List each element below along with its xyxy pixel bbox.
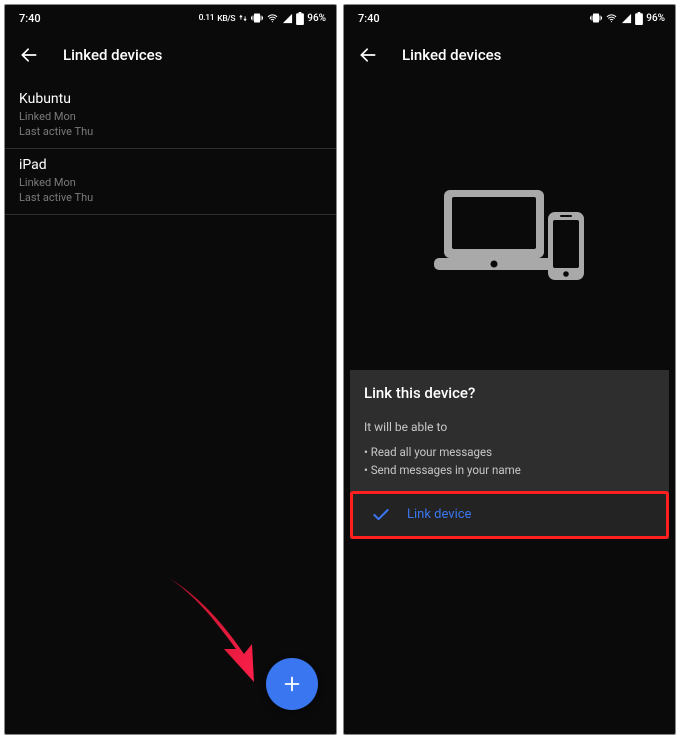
status-icons: 0.11 KB/S 96% <box>199 12 326 25</box>
updown-icon <box>238 13 248 23</box>
header: Linked devices <box>344 29 675 83</box>
back-button[interactable] <box>354 41 382 69</box>
device-item-kubuntu[interactable]: Kubuntu Linked Mon Last active Thu <box>5 83 336 149</box>
net-speed: 0.11 <box>199 13 215 23</box>
signal-icon <box>282 13 293 24</box>
add-device-fab[interactable] <box>266 658 318 710</box>
check-icon <box>371 505 391 525</box>
spacer <box>344 539 675 734</box>
wifi-icon <box>266 13 279 24</box>
annotation-highlight: Link device <box>350 491 669 539</box>
wifi-icon <box>605 13 618 24</box>
perm-send: • Send messages in your name <box>364 462 655 479</box>
device-active: Last active Thu <box>19 124 322 139</box>
header: Linked devices <box>5 29 336 83</box>
battery-pct: 96% <box>646 13 665 24</box>
battery-pct: 96% <box>307 13 326 24</box>
page-title: Linked devices <box>402 46 501 64</box>
battery-icon <box>635 12 643 25</box>
link-device-button[interactable]: Link device <box>353 494 666 536</box>
dialog-subtitle: It will be able to <box>364 420 655 434</box>
device-item-ipad[interactable]: iPad Linked Mon Last active Thu <box>5 149 336 215</box>
vibrate-icon <box>590 12 602 24</box>
back-button[interactable] <box>15 41 43 69</box>
dialog-title: Link this device? <box>364 384 655 402</box>
page-title: Linked devices <box>63 46 162 64</box>
device-list: Kubuntu Linked Mon Last active Thu iPad … <box>5 83 336 215</box>
device-name: Kubuntu <box>19 91 322 107</box>
device-name: iPad <box>19 157 322 173</box>
devices-illustration <box>344 83 675 370</box>
arrow-left-icon <box>19 45 39 65</box>
phone-left: 7:40 0.11 KB/S 96% Linked devices Kubunt… <box>4 4 337 735</box>
status-bar: 7:40 96% <box>344 5 675 29</box>
device-linked: Linked Mon <box>19 175 322 190</box>
phone-right: 7:40 96% Linked devices <box>343 4 676 735</box>
arrow-left-icon <box>358 45 378 65</box>
battery-icon <box>296 12 304 25</box>
status-icons: 96% <box>590 12 665 25</box>
perm-read: • Read all your messages <box>364 444 655 461</box>
status-bar: 7:40 0.11 KB/S 96% <box>5 5 336 29</box>
device-active: Last active Thu <box>19 190 322 205</box>
plus-icon <box>281 673 303 695</box>
status-time: 7:40 <box>358 12 380 25</box>
status-time: 7:40 <box>19 12 41 25</box>
laptop-phone-icon <box>430 184 590 294</box>
net-unit: KB/S <box>217 14 235 24</box>
annotation-arrow-icon <box>154 564 284 694</box>
signal-icon <box>621 13 632 24</box>
device-linked: Linked Mon <box>19 109 322 124</box>
dialog-permissions: • Read all your messages • Send messages… <box>364 444 655 479</box>
link-device-label: Link device <box>407 507 471 522</box>
link-device-dialog: Link this device? It will be able to • R… <box>350 370 669 539</box>
vibrate-icon <box>251 12 263 24</box>
